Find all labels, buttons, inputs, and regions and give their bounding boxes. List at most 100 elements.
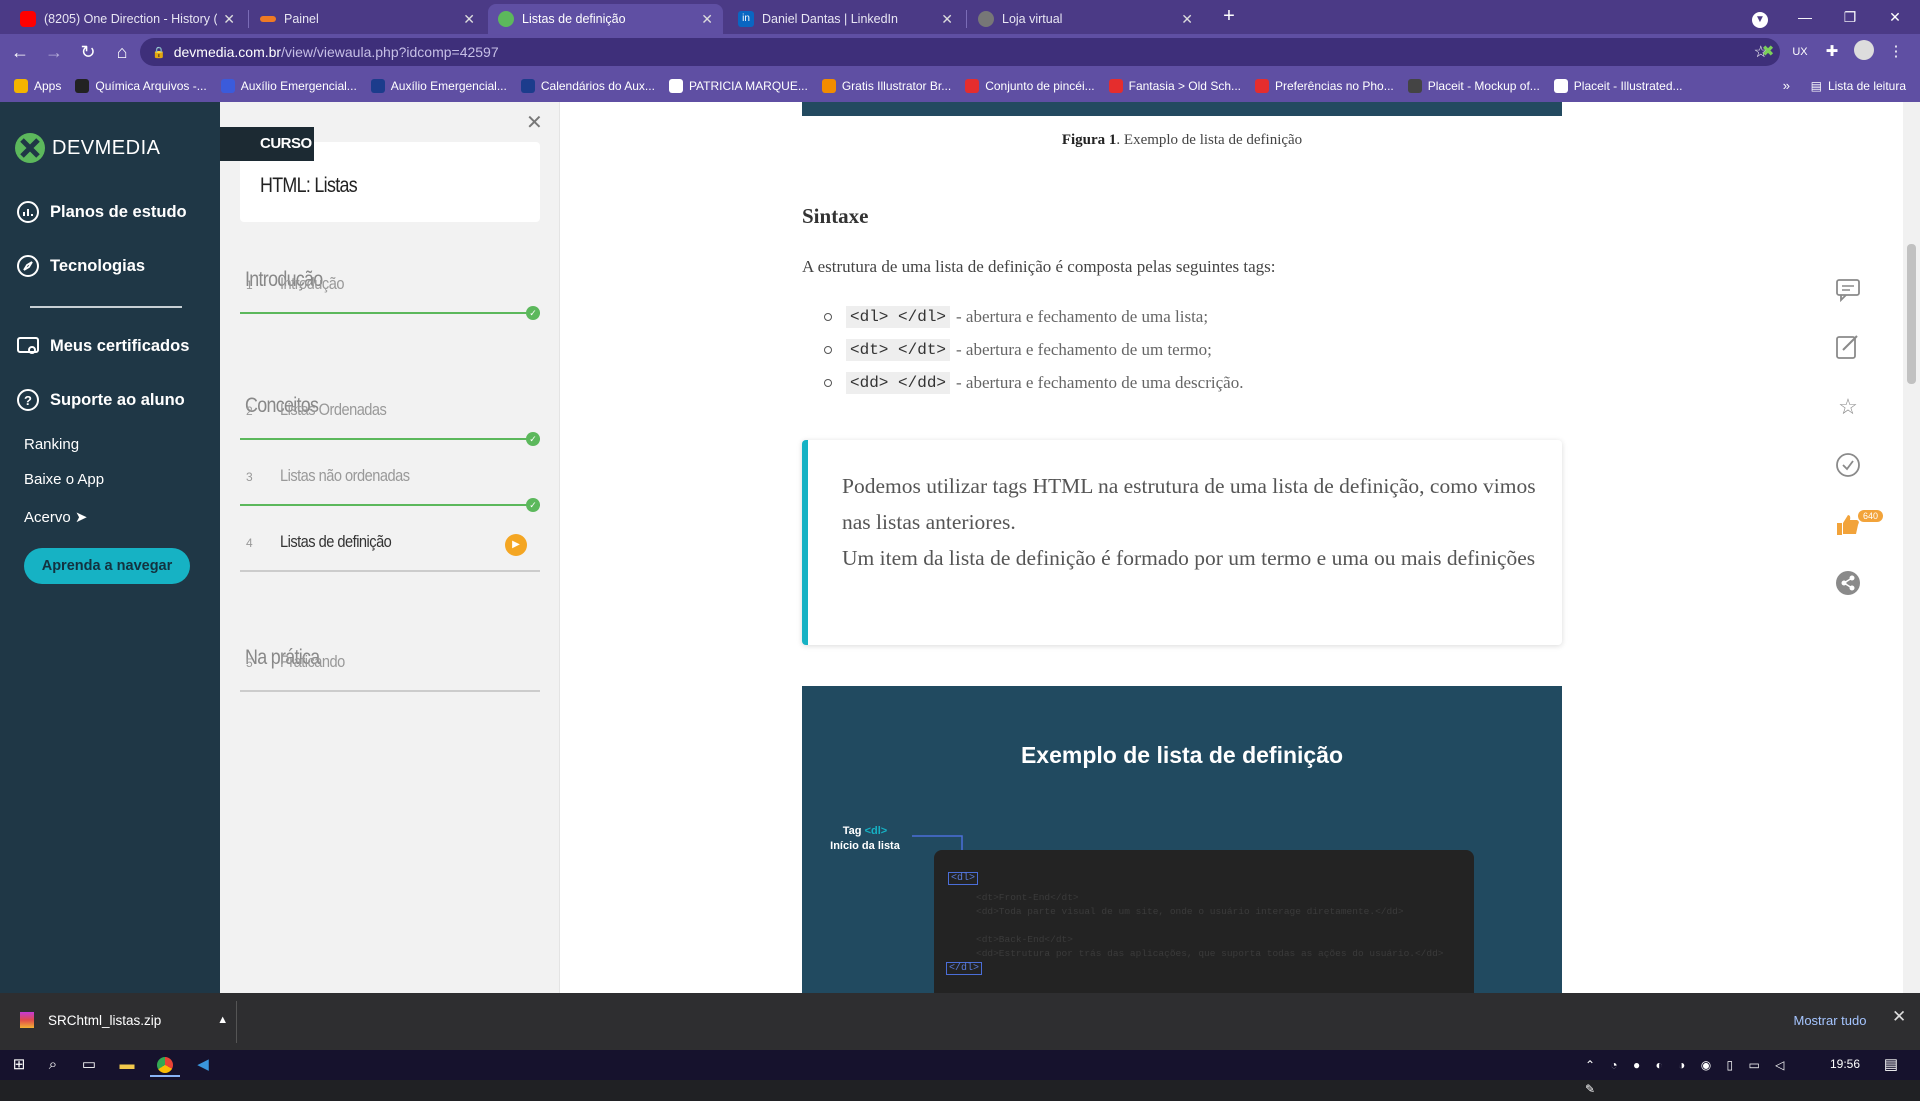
bookmark-label: Placeit - Mockup of... <box>1427 79 1540 93</box>
ux-extension-icon[interactable]: UX <box>1788 40 1812 64</box>
system-tray-icons[interactable]: ⌃ ◔ ● ◐ ◑ ◉ ▯ ▭ ◁ ✎ <box>1585 1053 1815 1096</box>
lesson-item[interactable]: 1 Introdução ✓ <box>240 260 540 320</box>
puzzle-icon[interactable]: ✚ <box>1820 40 1844 64</box>
lesson-title: Introdução <box>280 274 344 293</box>
bookmark-item[interactable]: Preferências no Pho... <box>1255 79 1394 93</box>
close-downloads-button[interactable]: ✕ <box>1892 1007 1906 1027</box>
section-heading: Sintaxe <box>802 204 869 228</box>
star-icon[interactable]: ☆ <box>1835 394 1861 420</box>
divider <box>236 1001 237 1043</box>
task-view-icon[interactable]: ▭ <box>74 1053 104 1077</box>
back-button[interactable]: ← <box>6 38 34 66</box>
new-tab-button[interactable]: + <box>1215 5 1243 28</box>
lesson-number: 1 <box>246 278 253 292</box>
article: Figura 1. Exemplo de lista de definição … <box>562 102 1902 993</box>
bookmarks-bar: Apps Química Arquivos -... Auxílio Emergen… <box>0 70 1920 102</box>
bookmark-item[interactable]: Placeit - Illustrated... <box>1553 79 1683 93</box>
lesson-item[interactable]: 5 Praticando <box>240 638 540 692</box>
tab-label: Painel <box>284 12 319 26</box>
nav-acervo[interactable]: Acervo ➤ <box>24 508 87 526</box>
browser-toolbar: ← → ↻ ⌂ 🔒 devmedia.com.br /view/viewaula… <box>0 34 1920 70</box>
figure-2-image: Exemplo de lista de definição Tag <dl> In… <box>802 686 1562 993</box>
search-icon[interactable]: ⌕ <box>38 1053 68 1077</box>
windows-start-icon[interactable]: ⊞ <box>4 1053 34 1077</box>
tab-search-button[interactable]: ▼ <box>1740 4 1780 30</box>
bookmark-item[interactable]: Apps <box>14 79 61 93</box>
notifications-icon[interactable]: ▤ <box>1876 1053 1906 1077</box>
linkedin-icon: in <box>738 11 754 27</box>
close-tab-icon[interactable]: ✕ <box>701 11 713 28</box>
check-circle-icon[interactable] <box>1835 452 1861 478</box>
home-button[interactable]: ⌂ <box>108 38 136 66</box>
bookmark-item[interactable]: Conjunto de pincéi... <box>965 79 1095 93</box>
close-tab-icon[interactable]: ✕ <box>463 11 475 28</box>
brand-name: DEVMEDIA <box>52 136 161 159</box>
bookmark-item[interactable]: Química Arquivos -... <box>75 79 207 93</box>
vscode-icon[interactable]: ◀ <box>188 1053 218 1077</box>
page-scrollbar[interactable] <box>1903 102 1920 993</box>
share-icon[interactable] <box>1835 570 1861 596</box>
lesson-item[interactable]: 3 Listas não ordenadas ✓ <box>240 452 540 512</box>
code-open-tag: <dl> <box>948 872 979 885</box>
list-item-text: - abertura e fechamento de uma lista; <box>956 307 1209 326</box>
reading-list-label: Lista de leitura <box>1827 79 1906 93</box>
tab-label: Loja virtual <box>1002 12 1063 26</box>
tab-listas-de-definicao[interactable]: Listas de definição ✕ <box>488 4 723 34</box>
scrollbar-thumb[interactable] <box>1907 244 1916 384</box>
list-item: <dd> </dd> - abertura e fechamento de uma… <box>824 372 1243 394</box>
more-bookmarks-button[interactable]: » <box>1783 78 1790 93</box>
menu-icon[interactable]: ⋮ <box>1884 40 1908 64</box>
notes-icon[interactable] <box>1835 334 1861 360</box>
devmedia-logo[interactable]: DEVMEDIA <box>14 132 160 164</box>
nav-ranking[interactable]: Ranking <box>24 436 79 453</box>
show-all-downloads-button[interactable]: Mostrar tudo <box>1780 1005 1880 1037</box>
nav-planos-de-estudo[interactable]: Planos de estudo <box>16 200 187 224</box>
tab-loja-virtual[interactable]: Loja virtual ✕ <box>968 4 1203 34</box>
reload-button[interactable]: ↻ <box>74 38 102 66</box>
youtube-icon <box>20 11 36 27</box>
code-line: <dt>Front-End</dt> <box>976 892 1079 903</box>
progress-bar <box>240 690 540 692</box>
address-bar[interactable]: 🔒 devmedia.com.br /view/viewaula.php?idc… <box>140 38 1780 66</box>
close-window-button[interactable]: ✕ <box>1875 4 1915 30</box>
lesson-item[interactable]: 2 Listas Ordenadas ✓ <box>240 386 540 446</box>
extension-icon[interactable]: ✖ <box>1756 40 1780 64</box>
nav-suporte-ao-aluno[interactable]: ? Suporte ao aluno <box>16 388 185 412</box>
forward-button[interactable]: → <box>40 38 68 66</box>
restore-button[interactable]: ❐ <box>1830 4 1870 30</box>
lesson-item-current[interactable]: 4 Listas de definição ▶ <box>240 518 540 572</box>
reading-list-button[interactable]: ▤ Lista de leitura <box>1811 70 1906 102</box>
tab-youtube[interactable]: (8205) One Direction - History (C ✕ <box>10 4 245 34</box>
chevron-up-icon[interactable]: ▲ <box>217 1014 228 1026</box>
bookmark-item[interactable]: Fantasia > Old Sch... <box>1108 79 1241 93</box>
nav-baixe-o-app[interactable]: Baixe o App <box>24 471 104 488</box>
minimize-button[interactable]: — <box>1785 4 1825 30</box>
play-icon[interactable]: ▶ <box>505 534 527 556</box>
bookmark-icon <box>14 79 28 93</box>
chrome-icon[interactable] <box>150 1053 180 1077</box>
bookmark-item[interactable]: Auxílio Emergencial... <box>220 79 357 93</box>
nav-label: Suporte ao aluno <box>50 390 185 409</box>
comment-icon[interactable] <box>1835 276 1861 303</box>
avatar[interactable] <box>1852 40 1876 64</box>
bookmark-item[interactable]: Gratis Illustrator Br... <box>821 79 951 93</box>
bookmark-item[interactable]: Auxílio Emergencial... <box>370 79 507 93</box>
bookmark-item[interactable]: Calendários do Aux... <box>520 79 655 93</box>
nav-tecnologias[interactable]: Tecnologias <box>16 254 145 278</box>
tab-label: Listas de definição <box>522 12 626 26</box>
close-tab-icon[interactable]: ✕ <box>941 11 953 28</box>
nav-meus-certificados[interactable]: Meus certificados <box>16 334 189 358</box>
aprenda-a-navegar-button[interactable]: Aprenda a navegar <box>24 548 190 584</box>
tab-painel[interactable]: Painel ✕ <box>250 4 485 34</box>
close-tab-icon[interactable]: ✕ <box>1181 11 1193 28</box>
close-panel-button[interactable]: ✕ <box>526 110 543 135</box>
bookmark-icon <box>220 79 235 93</box>
file-explorer-icon[interactable]: ▬ <box>112 1053 142 1077</box>
bookmark-item[interactable]: Placeit - Mockup of... <box>1407 79 1540 93</box>
close-tab-icon[interactable]: ✕ <box>223 11 235 28</box>
download-item[interactable]: SRChtml_listas.zip ▲ <box>20 1012 228 1028</box>
tab-linkedin[interactable]: in Daniel Dantas | LinkedIn ✕ <box>728 4 963 34</box>
bookmark-item[interactable]: PATRICIA MARQUE... <box>668 79 808 93</box>
course-title: HTML: Listas <box>260 174 358 197</box>
figure-caption: Figura 1. Exemplo de lista de definição <box>802 132 1562 149</box>
